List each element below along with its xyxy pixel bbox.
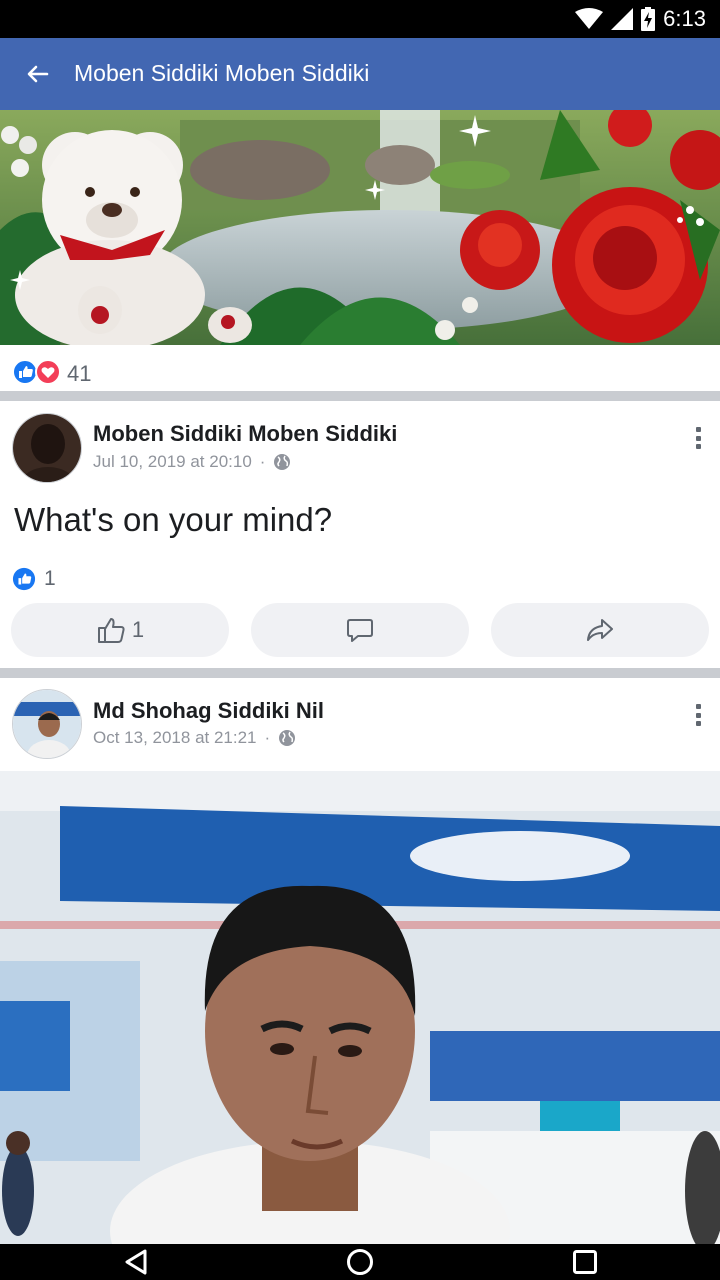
more-options-button[interactable]	[690, 700, 706, 730]
like-count: 1	[44, 567, 56, 590]
like-button[interactable]: 1	[11, 603, 229, 657]
post-card: Moben Siddiki Moben Siddiki Jul 10, 2019…	[0, 401, 720, 668]
comment-icon	[347, 619, 373, 642]
divider	[0, 391, 720, 401]
meta-separator: ·	[259, 452, 266, 471]
thumbs-up-icon	[97, 618, 125, 643]
cover-photo[interactable]	[0, 110, 720, 345]
share-icon	[587, 619, 613, 641]
nav-back-button[interactable]	[122, 1248, 150, 1276]
triangle-back-icon	[125, 1249, 147, 1275]
divider	[0, 668, 720, 678]
clock: 6:13	[663, 6, 706, 31]
nav-recents-button[interactable]	[571, 1248, 599, 1276]
post-meta: Jul 10, 2019 at 20:10 ·	[93, 452, 291, 472]
reaction-count: 41	[67, 361, 92, 386]
meta-separator: ·	[264, 728, 271, 747]
back-button[interactable]	[22, 58, 54, 90]
more-options-button[interactable]	[690, 423, 706, 453]
comment-button[interactable]	[251, 603, 469, 657]
post-timestamp[interactable]: Oct 13, 2018 at 21:21	[93, 728, 257, 748]
square-recents-icon	[573, 1250, 597, 1274]
globe-icon	[279, 730, 296, 746]
circle-home-icon	[347, 1249, 373, 1275]
post-author[interactable]: Moben Siddiki Moben Siddiki	[93, 421, 397, 447]
post-meta: Oct 13, 2018 at 21:21 ·	[93, 728, 296, 748]
post-timestamp[interactable]: Jul 10, 2019 at 20:10	[93, 452, 252, 472]
avatar[interactable]	[12, 689, 82, 759]
post-author[interactable]: Md Shohag Siddiki Nil	[93, 698, 324, 724]
avatar[interactable]	[12, 413, 82, 483]
post-likes-summary[interactable]: 1	[12, 567, 56, 591]
like-reaction-icon	[12, 567, 36, 591]
love-reaction-icon	[35, 359, 61, 385]
post-card: Md Shohag Siddiki Nil Oct 13, 2018 at 21…	[0, 678, 720, 1244]
post-text: What's on your mind?	[14, 501, 333, 538]
wifi-icon	[575, 8, 604, 29]
globe-icon	[274, 454, 291, 470]
app-bar: Moben Siddiki Moben Siddiki	[0, 38, 720, 110]
like-button-count: 1	[131, 617, 145, 642]
post-photo[interactable]	[0, 771, 720, 1244]
page-title: Moben Siddiki Moben Siddiki	[74, 60, 370, 86]
signal-icon	[611, 8, 634, 30]
status-bar: 6:13	[0, 0, 720, 38]
share-button[interactable]	[491, 603, 709, 657]
system-nav-bar	[0, 1244, 720, 1280]
battery-icon	[641, 7, 656, 31]
nav-home-button[interactable]	[346, 1248, 374, 1276]
arrow-left-icon	[27, 65, 49, 83]
cover-reactions[interactable]: 41	[0, 345, 720, 391]
